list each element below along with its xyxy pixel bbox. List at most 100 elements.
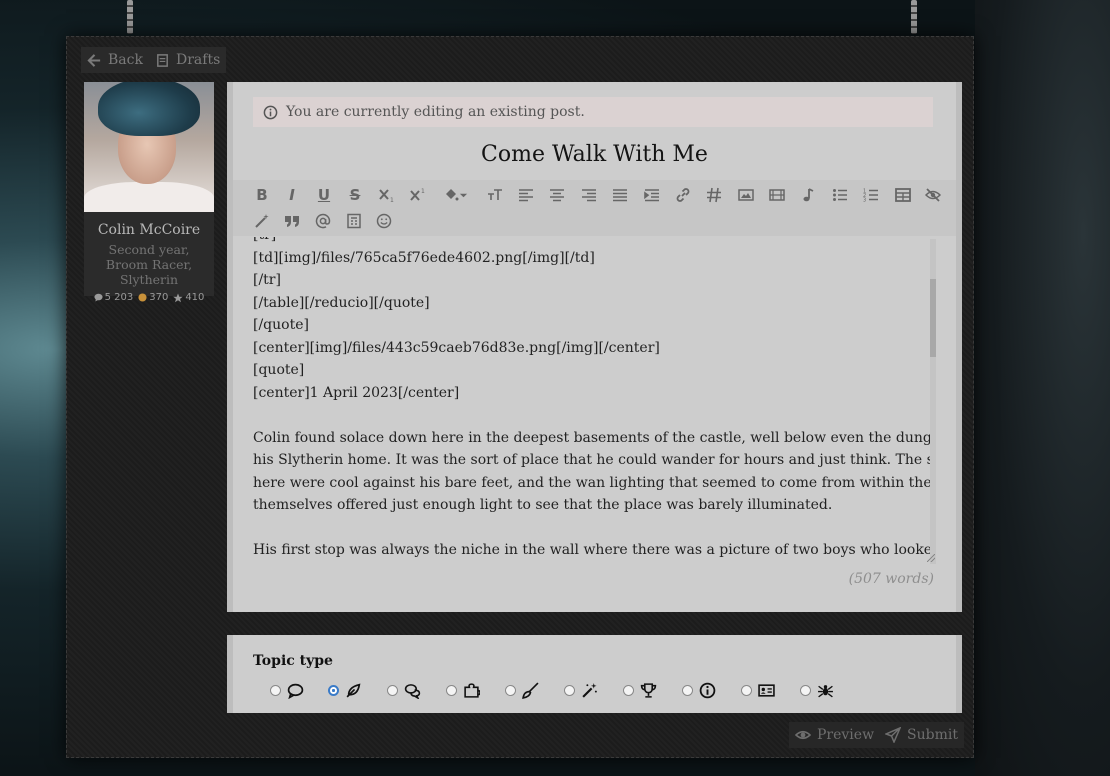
video-button[interactable] <box>766 184 788 206</box>
topic-option-discussion[interactable] <box>270 682 304 699</box>
justify-icon <box>613 189 627 202</box>
text-color-button[interactable] <box>438 184 472 206</box>
font-size-icon <box>488 189 502 200</box>
paint-bucket-icon <box>445 189 458 201</box>
topic-radio[interactable] <box>623 685 634 696</box>
topic-radio-selected[interactable] <box>328 685 339 696</box>
topic-option-chat[interactable] <box>387 682 421 699</box>
textarea-scrollbar[interactable] <box>930 239 936 564</box>
link-icon <box>676 188 690 202</box>
align-right-icon <box>582 189 596 202</box>
superscript-button[interactable]: 1 <box>407 184 429 206</box>
superscript-icon: 1 <box>410 188 425 201</box>
italic-button[interactable]: I <box>281 184 303 206</box>
hashtag-button[interactable] <box>703 184 725 206</box>
indent-button[interactable] <box>641 184 663 206</box>
align-center-icon <box>550 189 564 202</box>
image-button[interactable] <box>735 184 757 206</box>
post-count: 5 203 <box>104 292 134 303</box>
indent-icon <box>644 189 659 202</box>
align-right-button[interactable] <box>578 184 600 206</box>
svg-text:1: 1 <box>421 188 425 195</box>
broom-icon <box>522 682 539 699</box>
font-size-button[interactable] <box>484 184 506 206</box>
author-stats: 5 203 370 410 <box>84 292 214 303</box>
submit-button[interactable]: Submit <box>879 722 964 748</box>
svg-text:1: 1 <box>390 197 394 203</box>
numbered-list-button[interactable]: 123 <box>860 184 882 206</box>
formatting-toolbar: B I U S 1 1 123 <box>233 180 956 236</box>
underline-button[interactable]: U <box>313 184 335 206</box>
align-left-button[interactable] <box>515 184 537 206</box>
table-icon <box>895 188 911 202</box>
quote-button[interactable] <box>281 210 303 232</box>
table-button[interactable] <box>892 184 914 206</box>
strikethrough-button[interactable]: S <box>344 184 366 206</box>
bold-button[interactable]: B <box>251 184 273 206</box>
coin-icon <box>138 293 147 302</box>
topic-radio[interactable] <box>270 685 281 696</box>
calculator-icon <box>347 213 361 229</box>
topic-radio[interactable] <box>800 685 811 696</box>
word-count: (507 words) <box>848 571 934 587</box>
info-icon <box>263 105 278 119</box>
topic-radio[interactable] <box>564 685 575 696</box>
topic-option-magic[interactable] <box>564 682 598 699</box>
scroll-icon <box>157 53 168 67</box>
link-button[interactable] <box>672 184 694 206</box>
drafts-label: Drafts <box>176 52 221 68</box>
comments-icon <box>404 684 421 699</box>
post-title-input[interactable]: Come Walk With Me <box>233 142 956 167</box>
subscript-icon: 1 <box>379 189 394 203</box>
emoji-button[interactable] <box>373 210 395 232</box>
topic-option-bug[interactable] <box>800 682 834 699</box>
preview-label: Preview <box>817 727 875 743</box>
align-center-button[interactable] <box>546 184 568 206</box>
magic-wand-button[interactable] <box>251 210 273 232</box>
author-rank: Second year, Broom Racer, Slytherin <box>105 242 193 287</box>
scrollbar-thumb[interactable] <box>930 279 936 357</box>
speech-bubble-icon <box>287 683 304 699</box>
trophy-icon <box>640 683 657 698</box>
back-button[interactable]: Back <box>81 47 149 73</box>
star-icon <box>173 293 184 302</box>
hide-button[interactable] <box>922 184 944 206</box>
resize-handle[interactable] <box>927 554 935 562</box>
strikethrough-icon: S <box>349 186 361 204</box>
drafts-button[interactable]: Drafts <box>149 47 227 73</box>
topic-option-info[interactable] <box>682 682 716 699</box>
audio-button[interactable] <box>797 184 819 206</box>
paper-plane-icon <box>885 727 901 743</box>
hashtag-icon <box>707 187 721 203</box>
image-icon <box>738 189 754 201</box>
eye-icon <box>795 730 811 740</box>
topic-option-trophy[interactable] <box>623 682 657 699</box>
post-body-textarea[interactable]: [tr] [td][img]/files/765ca5f76ede4602.pn… <box>253 237 935 567</box>
underline-icon: U <box>317 186 331 204</box>
topic-option-profile[interactable] <box>741 682 775 699</box>
subscript-button[interactable]: 1 <box>376 184 398 206</box>
svg-text:3: 3 <box>863 198 866 204</box>
topic-option-writing[interactable] <box>328 682 362 699</box>
topic-radio[interactable] <box>446 685 457 696</box>
topic-type-label: Topic type <box>253 653 333 669</box>
topic-option-puzzle[interactable] <box>446 682 480 699</box>
mention-button[interactable] <box>312 210 334 232</box>
at-sign-icon <box>315 213 331 229</box>
preview-button[interactable]: Preview <box>789 722 881 748</box>
topic-radio[interactable] <box>505 685 516 696</box>
topic-radio[interactable] <box>682 685 693 696</box>
chain-left <box>127 0 133 34</box>
coin-count: 370 <box>149 292 169 303</box>
author-name[interactable]: Colin McCoire <box>84 222 214 238</box>
puzzle-piece-icon <box>464 683 480 698</box>
topic-radio[interactable] <box>741 685 752 696</box>
back-label: Back <box>108 52 143 68</box>
avatar[interactable] <box>84 82 214 212</box>
bullet-list-button[interactable] <box>829 184 851 206</box>
topic-radio[interactable] <box>387 685 398 696</box>
justify-button[interactable] <box>609 184 631 206</box>
magic-wand-icon <box>255 214 269 228</box>
topic-option-broom[interactable] <box>505 682 539 699</box>
spoiler-button[interactable] <box>343 210 365 232</box>
